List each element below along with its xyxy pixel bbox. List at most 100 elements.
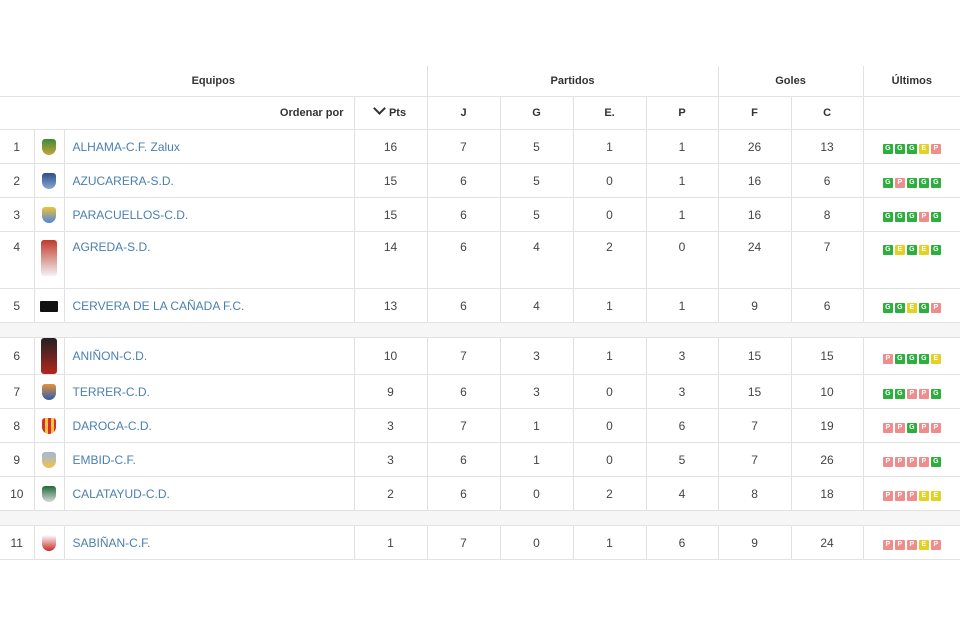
team-name-cell: PARACUELLOS-C.D. [63, 197, 355, 232]
crest-icon [42, 138, 56, 155]
p-cell: 5 [645, 442, 719, 477]
team-name-cell: AZUCARERA-S.D. [63, 163, 355, 198]
form-result-badge: P [918, 212, 929, 222]
col-e[interactable]: E. [572, 96, 647, 130]
crest-icon [42, 417, 56, 434]
form-result-badge: E [918, 540, 929, 550]
form-result-badge: P [882, 491, 893, 501]
form-result-badge: G [882, 389, 893, 399]
form-result-badge: E [930, 491, 941, 501]
table-row[interactable]: 7 TERRER-C.D. 9 6 3 0 3 15 10 G G P P G [0, 374, 960, 409]
p-cell: 6 [645, 408, 719, 443]
table-row[interactable]: 4 AGREDA-S.D. 14 6 4 2 0 24 7 G E G E G [0, 231, 960, 289]
form-result-badge: P [882, 353, 893, 364]
g-cell: 5 [499, 129, 574, 164]
table-row[interactable]: 9 EMBID-C.F. 3 6 1 0 5 7 26 P P P P G [0, 442, 960, 477]
form-result-badge: G [894, 212, 905, 222]
form-result-badge: P [894, 178, 905, 188]
crest-cell [33, 442, 65, 477]
form-result-badge: G [894, 389, 905, 399]
table-row[interactable]: 5 CERVERA DE LA CAÑADA F.C. 13 6 4 1 1 9 6 G G E G P [0, 288, 960, 323]
team-link[interactable]: EMBID-C.F. [73, 453, 136, 467]
form-result-badge: P [930, 423, 941, 433]
form-result-badge: G [906, 353, 917, 364]
sort-pts-button[interactable]: Pts [353, 96, 428, 130]
table-row[interactable]: 8 DAROCA-C.D. 3 7 1 0 6 7 19 P P G P P [0, 408, 960, 443]
form-result-badge: G [906, 144, 917, 154]
c-cell: 24 [790, 525, 864, 560]
team-name-cell: CALATAYUD-C.D. [63, 476, 355, 511]
form-result-badge: G [882, 303, 893, 313]
crest-cell [33, 476, 65, 511]
col-p[interactable]: P [645, 96, 719, 130]
form-result-badge: G [882, 178, 893, 188]
form-result-badge: G [930, 457, 941, 467]
position-cell: 1 [0, 129, 35, 164]
f-cell: 9 [717, 288, 792, 323]
e-cell: 0 [572, 408, 647, 443]
g-cell: 1 [499, 442, 574, 477]
team-name-cell: EMBID-C.F. [63, 442, 355, 477]
g-cell: 1 [499, 408, 574, 443]
form-result-badge: E [930, 353, 941, 364]
crest-icon [42, 172, 56, 189]
position-cell: 5 [0, 288, 35, 323]
team-link[interactable]: AZUCARERA-S.D. [73, 174, 174, 188]
team-link[interactable]: ANIÑON-C.D. [73, 349, 148, 363]
form-result-badge: G [906, 423, 917, 433]
table-row[interactable]: 1 ALHAMA-C.F. Zalux 16 7 5 1 1 26 13 G G G E P [0, 129, 960, 164]
position-cell: 10 [0, 476, 35, 511]
g-cell: 3 [499, 374, 574, 409]
table-row[interactable]: 6 ANIÑON-C.D. 10 7 3 1 3 15 15 P G G G E [0, 337, 960, 375]
form-result-badge: G [930, 245, 941, 255]
recent-form: PPPEE [882, 491, 941, 501]
team-link[interactable]: ALHAMA-C.F. Zalux [73, 140, 180, 154]
form-result-badge: E [894, 245, 905, 255]
table-row[interactable]: 11 SABIÑAN-C.F. 1 7 0 1 6 9 24 P P P E P [0, 525, 960, 560]
table-row[interactable]: 3 PARACUELLOS-C.D. 15 6 5 0 1 16 8 G G G P G [0, 197, 960, 232]
g-cell: 4 [499, 288, 574, 323]
form-result-badge: P [894, 423, 905, 433]
team-link[interactable]: PARACUELLOS-C.D. [73, 208, 189, 222]
position-cell: 11 [0, 525, 35, 560]
crest-cell [33, 129, 65, 164]
team-name-cell: SABIÑAN-C.F. [63, 525, 355, 560]
form-cell: GGGPG [862, 197, 960, 232]
group-separator [0, 322, 960, 338]
col-j[interactable]: J [426, 96, 501, 130]
col-f[interactable]: F [717, 96, 792, 130]
team-link[interactable]: DAROCA-C.D. [73, 419, 152, 433]
team-link[interactable]: AGREDA-S.D. [73, 240, 151, 254]
form-result-badge: G [894, 353, 905, 364]
crest-cell [33, 408, 65, 443]
position-cell: 2 [0, 163, 35, 198]
crest-icon [42, 206, 56, 223]
f-cell: 15 [717, 337, 792, 375]
col-g[interactable]: G [499, 96, 574, 130]
g-cell: 0 [499, 525, 574, 560]
crest-icon [41, 338, 57, 374]
f-cell: 9 [717, 525, 792, 560]
g-cell: 0 [499, 476, 574, 511]
recent-form: GPGGG [882, 178, 941, 188]
form-result-badge: G [918, 353, 929, 364]
team-link[interactable]: SABIÑAN-C.F. [73, 536, 151, 550]
team-link[interactable]: TERRER-C.D. [73, 385, 150, 399]
e-cell: 0 [572, 374, 647, 409]
j-cell: 6 [426, 374, 501, 409]
j-cell: 7 [426, 525, 501, 560]
standings-body: 1 ALHAMA-C.F. Zalux 16 7 5 1 1 26 13 G G G E P 2 AZUCAR… [0, 129, 960, 560]
form-cell: PPPPG [862, 442, 960, 477]
team-link[interactable]: CERVERA DE LA CAÑADA F.C. [73, 299, 245, 313]
c-cell: 6 [790, 288, 864, 323]
team-link[interactable]: CALATAYUD-C.D. [73, 487, 170, 501]
position-cell: 3 [0, 197, 35, 232]
table-row[interactable]: 2 AZUCARERA-S.D. 15 6 5 0 1 16 6 G P G G G [0, 163, 960, 198]
table-row[interactable]: 10 CALATAYUD-C.D. 2 6 0 2 4 8 18 P P P E E [0, 476, 960, 511]
col-c[interactable]: C [790, 96, 864, 130]
ordenar-por-label: Ordenar por [279, 107, 344, 119]
recent-form: GGPPG [882, 389, 941, 399]
e-cell: 2 [572, 231, 647, 289]
form-result-badge: G [894, 303, 905, 313]
form-cell: PPPEE [862, 476, 960, 511]
